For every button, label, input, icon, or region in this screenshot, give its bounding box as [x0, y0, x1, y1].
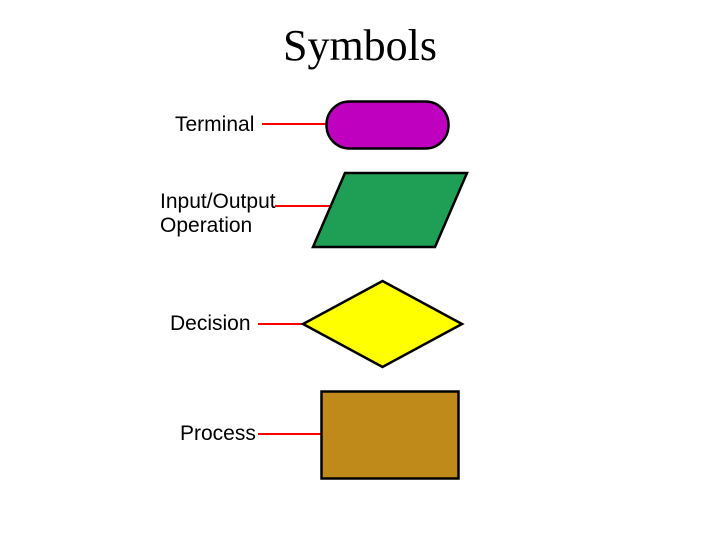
- label-decision: Decision: [170, 312, 251, 336]
- terminal-icon: [325, 100, 450, 150]
- page-title: Symbols: [0, 20, 720, 71]
- decision-icon: [300, 278, 465, 370]
- label-io: Input/Output Operation: [160, 190, 276, 238]
- label-process: Process: [180, 422, 256, 446]
- process-icon: [320, 390, 460, 480]
- io-icon: [310, 170, 470, 250]
- diagram-stage: Symbols Terminal Input/Output Operation …: [0, 0, 720, 540]
- label-terminal: Terminal: [175, 113, 254, 137]
